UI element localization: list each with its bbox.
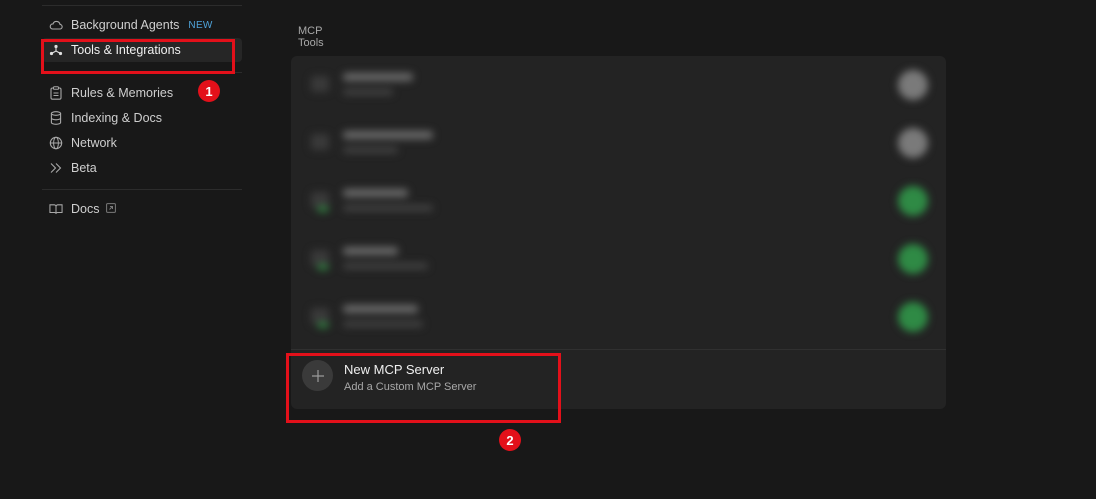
sidebar-item-background-agents[interactable]: Background Agents NEW	[42, 13, 242, 37]
cloud-icon	[49, 18, 63, 32]
sidebar-item-label: Rules & Memories	[71, 86, 174, 100]
tool-subtitle	[343, 147, 398, 153]
sidebar-item-docs[interactable]: Docs	[42, 197, 242, 221]
sidebar-item-network[interactable]: Network	[42, 131, 242, 155]
tool-subtitle	[343, 205, 433, 211]
tool-toggle[interactable]	[898, 70, 928, 100]
tool-row[interactable]	[291, 288, 946, 346]
sidebar-item-label: Indexing & Docs	[71, 111, 163, 125]
sidebar-item-label: Docs	[71, 202, 100, 216]
tool-name	[343, 73, 413, 81]
sidebar-item-beta[interactable]: Beta	[42, 156, 242, 180]
sidebar-item-indexing-docs[interactable]: Indexing & Docs	[42, 106, 242, 130]
book-icon	[49, 202, 63, 216]
tool-name	[343, 305, 418, 313]
tool-icon	[311, 134, 329, 150]
status-dot	[317, 206, 329, 212]
sidebar-item-label: Beta	[71, 161, 97, 175]
tool-subtitle	[343, 89, 393, 95]
sidebar-item-label: Background Agents	[71, 18, 180, 32]
sidebar-divider	[42, 189, 242, 190]
tool-row[interactable]	[291, 56, 946, 114]
double-chevron-icon	[49, 161, 63, 175]
tool-name	[343, 247, 398, 255]
new-badge: NEW	[188, 19, 213, 31]
tool-toggle[interactable]	[898, 302, 928, 332]
sidebar-divider	[42, 5, 242, 6]
clipboard-icon	[49, 86, 63, 100]
annotation-number-1: 1	[198, 80, 220, 102]
tool-subtitle	[343, 321, 423, 327]
database-icon	[49, 111, 63, 125]
tool-row[interactable]	[291, 172, 946, 230]
tool-row[interactable]	[291, 114, 946, 172]
annotation-box-2	[286, 353, 561, 423]
tool-name	[343, 189, 408, 197]
tool-row[interactable]	[291, 230, 946, 288]
sidebar: Background Agents NEW Tools & Integratio…	[42, 0, 242, 499]
tool-toggle[interactable]	[898, 244, 928, 274]
tool-toggle[interactable]	[898, 186, 928, 216]
tool-subtitle	[343, 263, 428, 269]
tool-icon	[311, 76, 329, 92]
section-title: MCP Tools	[298, 25, 324, 49]
status-dot	[317, 264, 329, 270]
status-dot	[317, 322, 329, 328]
tool-name	[343, 131, 433, 139]
tool-toggle[interactable]	[898, 128, 928, 158]
globe-icon	[49, 136, 63, 150]
annotation-box-1	[41, 39, 235, 74]
sidebar-item-label: Network	[71, 136, 117, 150]
external-link-icon	[106, 202, 117, 216]
annotation-number-2: 2	[499, 429, 521, 451]
